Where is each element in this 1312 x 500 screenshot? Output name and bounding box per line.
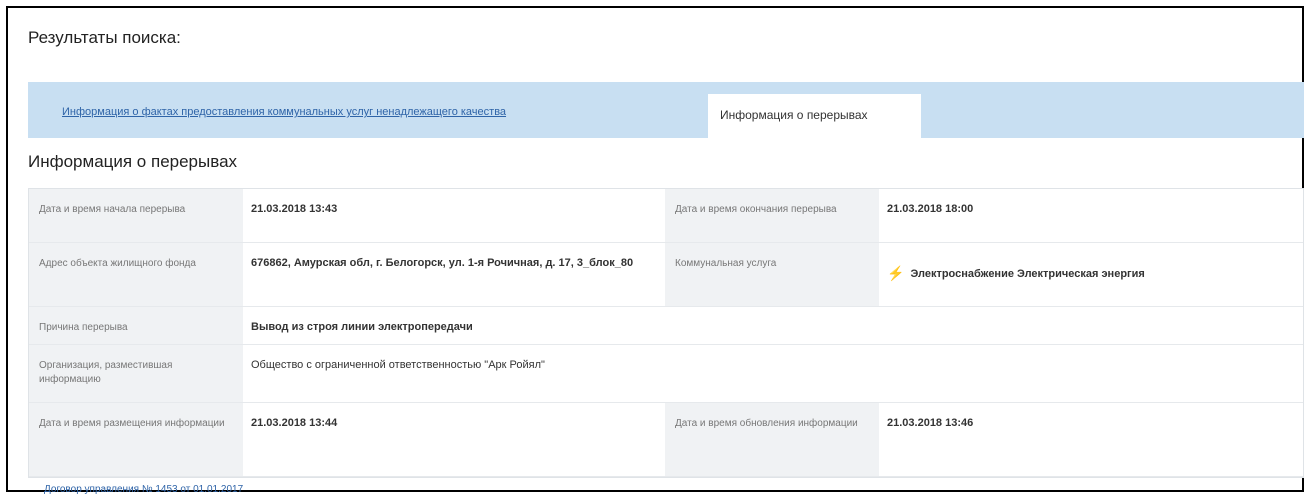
table-row: Организация, разместившая информацию Общ… <box>29 345 1303 403</box>
end-datetime-label: Дата и время окончания перерыва <box>665 189 879 243</box>
empty-cell <box>879 307 1303 345</box>
empty-cell <box>665 307 879 345</box>
utility-service-value: ⚡ Электроснабжение Электрическая энергия <box>879 243 1303 307</box>
reason-value: Вывод из строя линии электропередачи <box>243 307 665 345</box>
organization-value: Общество с ограниченной ответственностью… <box>243 345 665 403</box>
tab-quality-violations[interactable]: Информация о фактах предоставления комму… <box>62 106 506 118</box>
tabs-bar: Информация о фактах предоставления комму… <box>28 82 1304 138</box>
end-datetime-value: 21.03.2018 18:00 <box>879 189 1303 243</box>
table-row: Причина перерыва Вывод из строя линии эл… <box>29 307 1303 345</box>
start-datetime-label: Дата и время начала перерыва <box>29 189 243 243</box>
section-title: Информация о перерывах <box>28 152 238 171</box>
search-results-panel: Результаты поиска: Информация о фактах п… <box>6 6 1304 495</box>
address-label: Адрес объекта жилищного фонда <box>29 243 243 307</box>
updated-datetime-value: 21.03.2018 13:46 <box>879 403 1303 477</box>
tab-interruptions[interactable]: Информация о перерывах <box>708 94 921 138</box>
empty-cell <box>879 345 1303 403</box>
posted-datetime-label: Дата и время размещения информации <box>29 403 243 477</box>
interruption-info-table: Дата и время начала перерыва 21.03.2018 … <box>28 188 1304 478</box>
address-value: 676862, Амурская обл, г. Белогорск, ул. … <box>243 243 665 307</box>
posted-datetime-value: 21.03.2018 13:44 <box>243 403 665 477</box>
updated-datetime-label: Дата и время обновления информации <box>665 403 879 477</box>
table-row: Дата и время размещения информации 21.03… <box>29 403 1303 477</box>
table-row: Дата и время начала перерыва 21.03.2018 … <box>29 189 1303 243</box>
lightning-icon: ⚡ <box>887 265 905 281</box>
empty-cell <box>665 345 879 403</box>
start-datetime-value: 21.03.2018 13:43 <box>243 189 665 243</box>
table-row: Адрес объекта жилищного фонда 676862, Ам… <box>29 243 1303 307</box>
reason-label: Причина перерыва <box>29 307 243 345</box>
organization-label: Организация, разместившая информацию <box>29 345 243 403</box>
management-contract-link[interactable]: Договор управления № 1453 от 01.01.2017 <box>44 484 243 495</box>
search-results-title: Результаты поиска: <box>28 28 181 47</box>
utility-service-text: Электроснабжение Электрическая энергия <box>910 268 1145 280</box>
utility-service-label: Коммунальная услуга <box>665 243 879 307</box>
